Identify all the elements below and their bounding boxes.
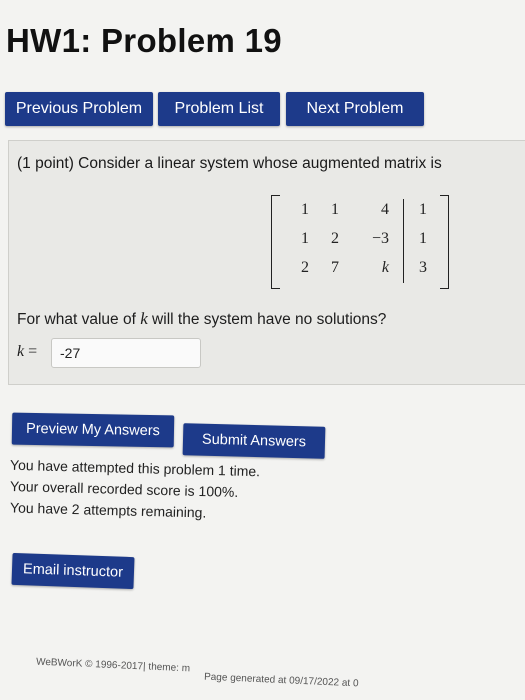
matrix-cell: 1 <box>419 201 427 218</box>
next-problem-button[interactable]: Next Problem <box>286 92 424 126</box>
problem-panel: (1 point) Consider a linear system whose… <box>8 140 525 385</box>
answer-label-equals: = <box>24 343 38 360</box>
attempts-status: You have attempted this problem 1 time. <box>9 456 261 480</box>
augmented-matrix: 1 1 4 1 1 2 −3 1 2 7 k 3 <box>271 195 449 289</box>
matrix-cell: k <box>381 259 389 276</box>
question-suffix: will the system have no solutions? <box>147 311 387 328</box>
question-prefix: For what value of <box>17 311 141 328</box>
question-variable: k <box>140 309 148 328</box>
answer-label: k = <box>17 343 37 361</box>
problem-list-button[interactable]: Problem List <box>158 92 280 126</box>
preview-answers-button[interactable]: Preview My Answers <box>11 412 175 448</box>
score-status: Your overall recorded score is 100%. <box>9 478 239 500</box>
matrix-cell: 2 <box>301 259 309 276</box>
matrix-cell: 7 <box>331 259 339 276</box>
matrix-cell: 2 <box>331 230 339 247</box>
matrix-cell: 1 <box>419 230 427 247</box>
page-title: HW1: Problem 19 <box>6 22 282 59</box>
matrix-cell: 4 <box>381 201 389 218</box>
problem-question: For what value of k will the system have… <box>17 309 386 329</box>
matrix-cell: −3 <box>371 230 389 247</box>
matrix-left-bracket <box>271 195 280 289</box>
previous-problem-button[interactable]: Previous Problem <box>5 92 153 126</box>
problem-statement: (1 point) Consider a linear system whose… <box>17 155 442 172</box>
matrix-cell: 3 <box>419 259 427 276</box>
email-instructor-button[interactable]: Email instructor <box>11 552 135 590</box>
matrix-right-bracket <box>440 195 449 289</box>
footer-generated: Page generated at 09/17/2022 at 0 <box>203 671 359 690</box>
matrix-cell: 1 <box>301 201 309 218</box>
submit-answers-button[interactable]: Submit Answers <box>182 423 326 459</box>
matrix-cell: 1 <box>331 201 339 218</box>
answer-input[interactable] <box>51 338 201 368</box>
remaining-status: You have 2 attempts remaining. <box>9 499 207 521</box>
footer-copyright: WeBWorK © 1996-2017| theme: m <box>35 656 191 675</box>
matrix-cell: 1 <box>301 230 309 247</box>
